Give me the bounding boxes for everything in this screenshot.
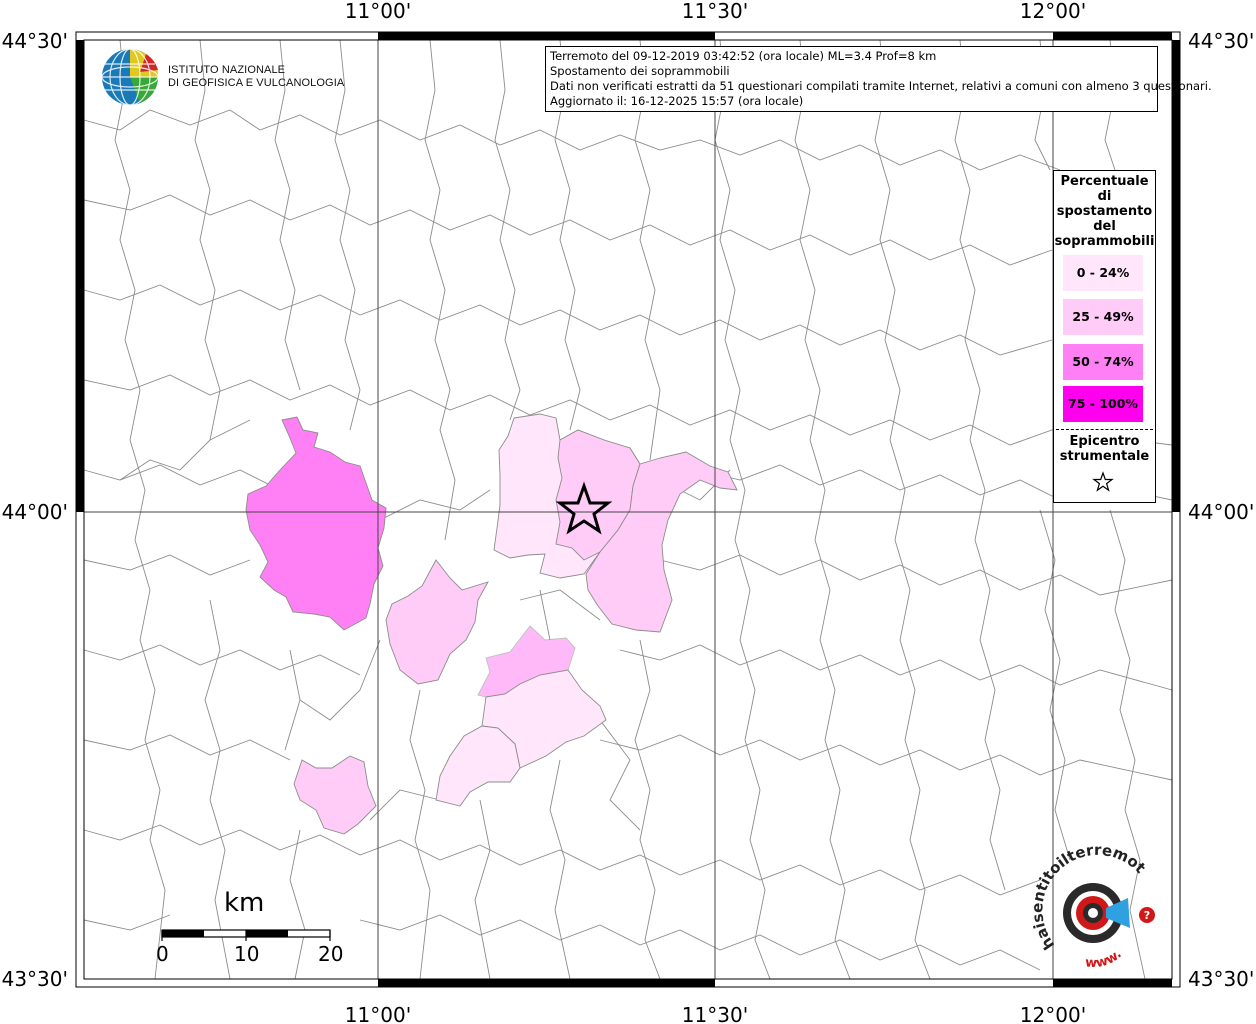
legend-title-line: di	[1097, 189, 1112, 204]
legend-title-line: del	[1093, 219, 1116, 234]
legend-title-line: spostamento	[1056, 204, 1153, 219]
scale-label-0: 0	[156, 942, 169, 966]
top-tick-2: 11°30'	[682, 0, 748, 23]
legend-class-2: 25 - 49%	[1063, 299, 1143, 335]
top-tick-3: 12°00'	[1020, 0, 1086, 23]
scale-label-20: 20	[318, 942, 344, 966]
legend-title-line: soprammobili	[1054, 234, 1155, 249]
event-info-box: Terremoto del 09-12-2019 03:42:52 (ora l…	[545, 46, 1212, 112]
legend-epicenter-label: Epicentro strumentale	[1054, 434, 1155, 464]
bottom-tick-3: 12°00'	[1020, 1003, 1086, 1024]
ingv-logo-text: ISTITUTO NAZIONALE DI GEOFISICA E VULCAN…	[168, 64, 344, 90]
legend-epicenter-line: strumentale	[1059, 449, 1150, 464]
event-info-line: Terremoto del 09-12-2019 03:42:52 (ora l…	[550, 49, 937, 63]
legend-class-3: 50 - 74%	[1063, 344, 1143, 380]
left-tick-2: 44°00'	[2, 500, 68, 524]
left-tick-1: 44°30'	[2, 29, 68, 53]
ingv-logo-line1: ISTITUTO NAZIONALE	[168, 64, 286, 76]
top-tick-1: 11°00'	[345, 0, 411, 23]
legend-class-4: 75 - 100%	[1063, 386, 1143, 422]
legend-star-icon	[1092, 471, 1114, 492]
map-canvas: 11°00' 11°30' 12°00' 11°00' 11°30' 12°00…	[0, 0, 1254, 1024]
ingv-logo-line2: DI GEOFISICA E VULCANOLOGIA	[168, 77, 345, 89]
ingv-logo-icon	[101, 48, 159, 106]
right-tick-3: 43°30'	[1188, 967, 1254, 991]
event-info-line: Aggiornato il: 16-12-2025 15:57 (ora loc…	[550, 94, 804, 108]
legend-title-line: Percentuale	[1060, 174, 1149, 189]
legend-separator	[1056, 429, 1153, 430]
bottom-tick-2: 11°30'	[682, 1003, 748, 1024]
scale-label-10: 10	[234, 942, 260, 966]
legend-class-1: 0 - 24%	[1063, 255, 1143, 291]
right-tick-2: 44°00'	[1188, 500, 1254, 524]
event-info-line: Spostamento dei soprammobili	[550, 64, 730, 78]
left-tick-3: 43°30'	[2, 967, 68, 991]
svg-text:?: ?	[1144, 909, 1150, 922]
legend-title: Percentuale di spostamento del soprammob…	[1054, 174, 1155, 249]
event-info-line: Dati non verificati estratti da 51 quest…	[550, 79, 1212, 93]
right-tick-1: 44°30'	[1188, 29, 1254, 53]
bottom-tick-1: 11°00'	[345, 1003, 411, 1024]
legend: Percentuale di spostamento del soprammob…	[1053, 170, 1156, 503]
legend-epicenter-line: Epicentro	[1069, 434, 1140, 449]
scale-unit: km	[224, 888, 265, 918]
